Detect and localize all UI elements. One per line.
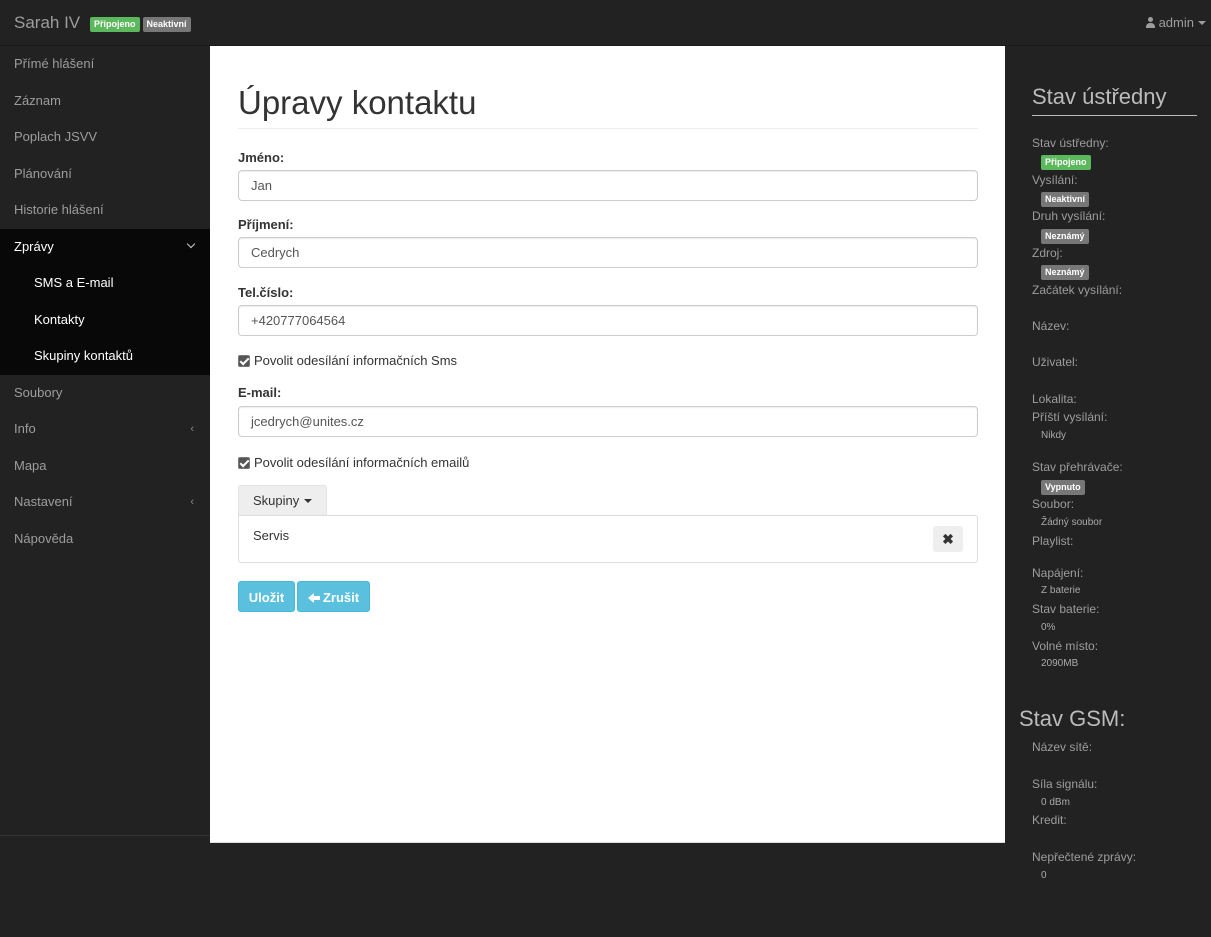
power-value: Z baterie xyxy=(1041,585,1081,596)
cancel-button-label: Zrušit xyxy=(322,590,360,605)
name-label: Název: xyxy=(1032,319,1070,333)
locality-label: Lokalita: xyxy=(1032,392,1077,406)
brand-title[interactable]: Sarah IV xyxy=(14,13,80,33)
sidebar-item-prime-hlaseni[interactable]: Přímé hlášení xyxy=(0,46,210,83)
chevron-left-icon: ‹ xyxy=(190,496,194,508)
cancel-button[interactable]: Zrušit xyxy=(297,581,370,612)
central-state-label: Stav ústředny: xyxy=(1032,136,1109,150)
sidebar-item-nastaveni[interactable]: Nastavení ‹ xyxy=(0,484,210,521)
broadcast-badge: Neaktivní xyxy=(1041,192,1090,207)
remove-group-button[interactable]: ✖ xyxy=(933,526,963,552)
user-menu[interactable]: admin xyxy=(1145,15,1206,30)
sidebar-subitem-kontakty[interactable]: Kontakty xyxy=(0,301,210,338)
phone-input[interactable]: +420777064564 xyxy=(238,305,978,336)
broadcast-label: Vysílání: xyxy=(1032,173,1078,187)
source-badge: Neznámý xyxy=(1041,265,1089,280)
status-title-divider xyxy=(1032,115,1197,116)
broadcast-start-label: Začátek vysílání: xyxy=(1032,283,1123,297)
unread-label: Nepřečtené zprávy: xyxy=(1032,850,1137,864)
sidebar-item-poplach-jsvv[interactable]: Poplach JSVV xyxy=(0,119,210,156)
sidebar-item-soubory[interactable]: Soubory xyxy=(0,375,210,412)
sidebar-subitem-sms-email[interactable]: SMS a E-mail xyxy=(0,265,210,302)
central-state-badge: Připojeno xyxy=(1041,155,1091,170)
last-name-label: Příjmení: xyxy=(238,217,294,232)
group-item-name: Servis xyxy=(253,528,290,543)
email-checkbox[interactable] xyxy=(238,456,250,469)
chevron-down-icon xyxy=(186,239,196,248)
sidebar-item-label: Zprávy xyxy=(14,238,54,254)
title-divider xyxy=(238,128,978,129)
free-space-label: Volné místo: xyxy=(1032,639,1099,653)
playlist-label: Playlist: xyxy=(1032,534,1074,548)
groups-panel: Servis ✖ xyxy=(238,515,978,563)
sms-checkbox-label: Povolit odesílání informačních Sms xyxy=(254,353,458,368)
sidebar-item-planovani[interactable]: Plánování xyxy=(0,156,210,193)
status-badge-connected: Připojeno xyxy=(90,17,140,33)
signal-label: Síla signálu: xyxy=(1032,777,1098,791)
sms-checkbox[interactable] xyxy=(238,354,250,367)
sidebar-item-historie-hlaseni[interactable]: Historie hlášení xyxy=(0,192,210,229)
next-broadcast-label: Příští vysílání: xyxy=(1032,410,1108,424)
gsm-title: Stav GSM: xyxy=(1019,706,1126,731)
user-label: Uživatel: xyxy=(1032,355,1079,369)
network-label: Název sítě: xyxy=(1032,740,1093,754)
groups-dropdown-button[interactable]: Skupiny xyxy=(238,485,328,515)
save-button[interactable]: Uložit xyxy=(238,581,295,612)
status-title: Stav ústředny xyxy=(1032,84,1167,109)
chevron-left-icon: ‹ xyxy=(190,423,194,435)
first-name-input[interactable]: Jan xyxy=(238,170,978,201)
email-input[interactable]: jcedrych@unites.cz xyxy=(238,406,978,437)
sidebar-item-label: Nastavení xyxy=(14,494,73,509)
battery-value: 0% xyxy=(1041,622,1056,633)
broadcast-type-label: Druh vysílání: xyxy=(1032,209,1106,223)
source-label: Zdroj: xyxy=(1032,246,1063,260)
sms-checkbox-row: Povolit odesílání informačních Sms xyxy=(238,353,457,368)
sidebar-item-zpravy[interactable]: Zprávy xyxy=(0,228,210,265)
signal-value: 0 dBm xyxy=(1041,797,1070,808)
arrow-left-icon xyxy=(307,593,320,603)
last-name-input[interactable]: Cedrych xyxy=(238,237,978,268)
email-checkbox-row: Povolit odesílání informačních emailů xyxy=(238,455,469,470)
battery-label: Stav baterie: xyxy=(1032,602,1100,616)
connection-badges: Připojeno Neaktivní xyxy=(90,16,194,34)
groups-button-label: Skupiny xyxy=(253,493,300,508)
status-badge-inactive: Neaktivní xyxy=(142,17,191,33)
sidebar-subitem-skupiny-kontaktu[interactable]: Skupiny kontaktů xyxy=(0,338,210,375)
player-state-label: Stav přehrávače: xyxy=(1032,460,1123,474)
first-name-label: Jméno: xyxy=(238,150,285,165)
status-panel: Stav ústředny Stav ústředny: Připojeno V… xyxy=(1005,46,1211,937)
top-navbar: Sarah IV Připojeno Neaktivní admin xyxy=(0,0,1211,46)
user-icon xyxy=(1145,17,1155,28)
sidebar-item-mapa[interactable]: Mapa xyxy=(0,448,210,485)
page-title: Úpravy kontaktu xyxy=(238,84,477,121)
sidebar: Přímé hlášení Záznam Poplach JSVV Plánov… xyxy=(0,46,210,836)
phone-label: Tel.číslo: xyxy=(238,285,294,300)
player-state-badge: Vypnuto xyxy=(1041,480,1085,495)
sidebar-item-zaznam[interactable]: Záznam xyxy=(0,83,210,120)
power-label: Napájení: xyxy=(1032,566,1084,580)
unread-value: 0 xyxy=(1041,870,1047,881)
free-space-value: 2090MB xyxy=(1041,658,1079,669)
broadcast-type-badge: Neznámý xyxy=(1041,229,1089,244)
credit-label: Kredit: xyxy=(1032,813,1067,827)
main-content: Úpravy kontaktu Jméno: Jan Příjmení: Ced… xyxy=(210,46,1005,843)
caret-down-icon xyxy=(304,498,313,503)
file-value: Žádný soubor xyxy=(1041,517,1103,528)
next-broadcast-value: Nikdy xyxy=(1041,430,1067,441)
email-label: E-mail: xyxy=(238,385,282,400)
sidebar-item-info[interactable]: Info ‹ xyxy=(0,411,210,448)
caret-down-icon xyxy=(1198,20,1206,25)
sidebar-item-napoveda[interactable]: Nápověda xyxy=(0,521,210,558)
sidebar-item-label: Info xyxy=(14,421,36,436)
file-label: Soubor: xyxy=(1032,497,1075,511)
user-name: admin xyxy=(1158,15,1194,30)
email-checkbox-label: Povolit odesílání informačních emailů xyxy=(254,455,470,470)
